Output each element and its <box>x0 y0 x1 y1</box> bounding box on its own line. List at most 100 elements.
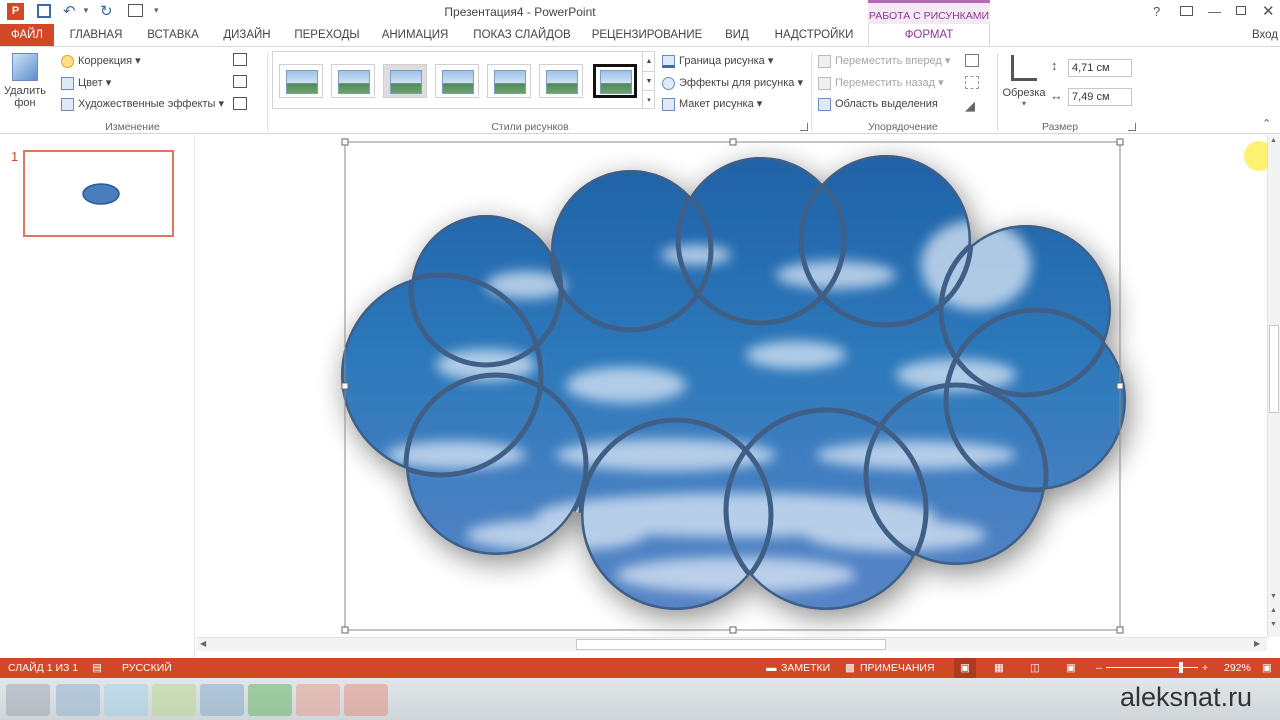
picture-style-1[interactable] <box>279 64 323 98</box>
gallery-more-icon[interactable]: ▾ <box>642 90 655 109</box>
vertical-scroll-thumb[interactable] <box>1269 325 1279 413</box>
correction-button[interactable]: Коррекция ▾ <box>61 52 141 70</box>
login-link[interactable]: Вход <box>1252 24 1280 46</box>
zoom-slider[interactable] <box>1106 667 1198 668</box>
ribbon-display-options-icon[interactable] <box>1180 6 1193 16</box>
tab-format[interactable]: ФОРМАТ <box>868 24 990 47</box>
picture-style-4[interactable] <box>435 64 479 98</box>
send-backward-button[interactable]: Переместить назад ▾ <box>818 74 944 92</box>
tab-addins[interactable]: НАДСТРОЙКИ <box>768 24 860 46</box>
spelling-check-icon[interactable]: ▤ <box>92 658 102 678</box>
size-dialog-launcher-icon[interactable] <box>1128 123 1136 131</box>
picture-style-5[interactable] <box>487 64 531 98</box>
height-input[interactable]: 4,71 см <box>1068 59 1132 77</box>
horizontal-scrollbar[interactable]: ◀ ▶ <box>196 637 1267 651</box>
bring-forward-button[interactable]: Переместить вперед ▾ <box>818 52 950 70</box>
picture-style-2[interactable] <box>331 64 375 98</box>
picture-layout-button[interactable]: Макет рисунка ▾ <box>662 95 762 113</box>
remove-background-button[interactable]: Удалить фон <box>3 53 47 119</box>
tab-animation[interactable]: АНИМАЦИЯ <box>374 24 456 46</box>
slideshow-icon[interactable]: ▣ <box>1066 658 1076 678</box>
slideshow-start-icon[interactable] <box>128 4 143 17</box>
separator <box>997 53 998 131</box>
taskbar-app-6[interactable] <box>248 684 292 716</box>
undo-dropdown-icon[interactable]: ▼ <box>82 6 90 15</box>
align-icon[interactable] <box>965 54 979 67</box>
previous-slide-icon[interactable]: ▲ <box>1270 607 1277 614</box>
picture-effects-button[interactable]: Эффекты для рисунка ▾ <box>662 74 803 92</box>
selection-pane-button[interactable]: Область выделения <box>818 95 938 113</box>
fit-slide-icon[interactable]: ▣ <box>1262 658 1272 678</box>
bring-forward-label: Переместить вперед <box>835 55 942 67</box>
comments-button[interactable]: ПРИМЕЧАНИЯ <box>860 658 935 678</box>
taskbar-app-3[interactable] <box>104 684 148 716</box>
tab-home[interactable]: ГЛАВНАЯ <box>62 24 130 46</box>
collapse-ribbon-icon[interactable]: ⌃ <box>1262 117 1271 130</box>
zoom-slider-thumb[interactable] <box>1179 662 1183 673</box>
slide-sorter-icon[interactable]: ▦ <box>994 658 1004 678</box>
restore-button[interactable] <box>1236 6 1246 15</box>
crop-label: Обрезка <box>1002 87 1046 99</box>
scroll-left-icon[interactable]: ◀ <box>200 639 206 648</box>
group-objects-icon[interactable] <box>965 76 979 89</box>
notes-button[interactable]: ЗАМЕТКИ <box>781 658 830 678</box>
help-button[interactable]: ? <box>1153 4 1160 19</box>
redo-icon[interactable]: ↻ <box>100 2 113 20</box>
tab-slideshow[interactable]: ПОКАЗ СЛАЙДОВ <box>466 24 578 46</box>
status-bar: СЛАЙД 1 ИЗ 1 ▤ РУССКИЙ ▬ ЗАМЕТКИ ▩ ПРИМЕ… <box>0 658 1280 678</box>
powerpoint-logo-icon[interactable]: P <box>7 3 24 20</box>
sun-icon <box>61 54 74 68</box>
rotate-icon[interactable]: ◢ <box>965 98 975 114</box>
picture-border-button[interactable]: Граница рисунка ▾ <box>662 52 773 70</box>
tab-insert[interactable]: ВСТАВКА <box>138 24 208 46</box>
reading-view-icon[interactable]: ◫ <box>1030 658 1040 678</box>
remove-background-label-1: Удалить <box>4 85 46 97</box>
next-slide-icon[interactable]: ▼ <box>1270 621 1277 628</box>
tab-file[interactable]: ФАЙЛ <box>0 24 54 46</box>
close-button[interactable]: ✕ <box>1262 2 1275 20</box>
compress-pictures-icon[interactable] <box>233 53 247 66</box>
width-input[interactable]: 7,49 см <box>1068 88 1132 106</box>
taskbar-app-2[interactable] <box>56 684 100 716</box>
tab-transitions[interactable]: ПЕРЕХОДЫ <box>290 24 364 46</box>
color-button[interactable]: Цвет ▾ <box>61 74 111 92</box>
zoom-level[interactable]: 292% <box>1224 658 1251 678</box>
minimize-button[interactable]: — <box>1208 4 1221 19</box>
taskbar-app-4[interactable] <box>152 684 196 716</box>
styles-dialog-launcher-icon[interactable] <box>800 123 808 131</box>
scroll-down-icon[interactable]: ▼ <box>1270 593 1277 600</box>
tab-view[interactable]: ВИД <box>716 24 758 46</box>
slide-thumbnail[interactable] <box>23 150 174 237</box>
tab-review[interactable]: РЕЦЕНЗИРОВАНИЕ <box>588 24 706 46</box>
zoom-in-icon[interactable]: + <box>1202 658 1208 678</box>
gallery-scroll-up-icon[interactable]: ▲ <box>642 52 655 71</box>
save-icon[interactable] <box>37 4 51 18</box>
selection-pane-label: Область выделения <box>835 98 938 110</box>
language-indicator[interactable]: РУССКИЙ <box>122 658 172 678</box>
picture-style-7[interactable] <box>593 64 637 98</box>
taskbar-app-7[interactable] <box>296 684 340 716</box>
taskbar-app-5[interactable] <box>200 684 244 716</box>
taskbar-app-1[interactable] <box>6 684 50 716</box>
reset-picture-icon[interactable] <box>233 97 247 110</box>
undo-icon[interactable]: ↶ <box>63 2 76 20</box>
remove-background-icon <box>12 53 38 81</box>
horizontal-scroll-thumb[interactable] <box>576 639 886 650</box>
vertical-scrollbar[interactable]: ▲ ▼ ▲ ▼ <box>1267 135 1280 637</box>
scroll-right-icon[interactable]: ▶ <box>1254 639 1260 648</box>
customize-qat-icon[interactable]: ▾ <box>154 5 159 16</box>
crop-button[interactable]: Обрезка ▾ <box>1002 53 1046 115</box>
zoom-out-icon[interactable]: – <box>1096 658 1102 678</box>
picture-style-6[interactable] <box>539 64 583 98</box>
send-backward-label: Переместить назад <box>835 77 936 89</box>
gallery-scroll-down-icon[interactable]: ▼ <box>642 71 655 90</box>
picture-style-3[interactable] <box>383 64 427 98</box>
normal-view-icon[interactable]: ▣ <box>954 658 976 678</box>
taskbar: aleksnat.ru <box>0 678 1280 720</box>
separator <box>811 53 812 131</box>
artistic-effects-button[interactable]: Художественные эффекты ▾ <box>61 95 224 113</box>
change-picture-icon[interactable] <box>233 75 247 88</box>
scroll-up-icon[interactable]: ▲ <box>1270 137 1277 144</box>
tab-design[interactable]: ДИЗАЙН <box>216 24 278 46</box>
taskbar-app-8[interactable] <box>344 684 388 716</box>
